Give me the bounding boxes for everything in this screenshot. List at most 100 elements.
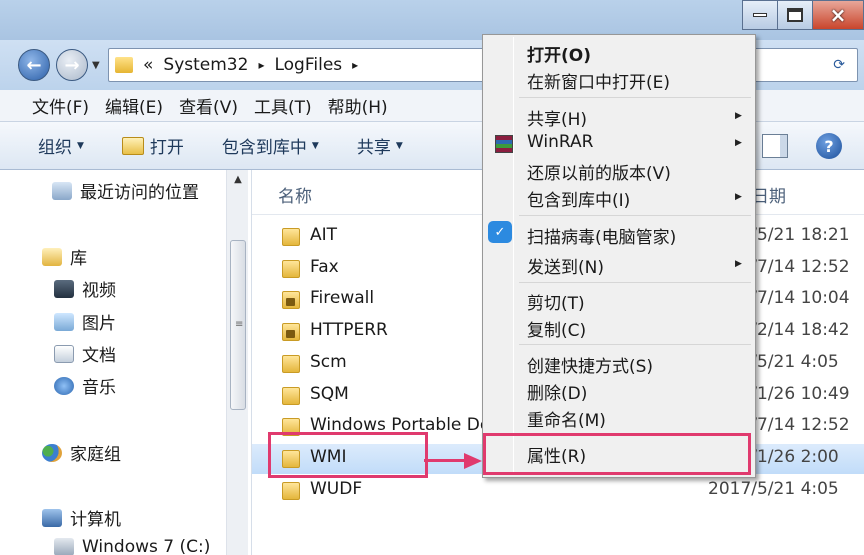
nav-item-label: 库 [70,249,87,269]
include-library-label: 包含到库中 [221,138,307,158]
menu-item-restore-previous[interactable]: 还原以前的版本(V) [527,159,671,184]
nav-item-label: 家庭组 [70,445,121,465]
breadcrumb-logfiles[interactable]: LogFiles [274,55,342,75]
file-name: WUDF [310,478,363,499]
folder-icon [282,481,300,500]
recent-pages-dropdown-icon[interactable]: ▼ [92,60,100,71]
maximize-icon [787,8,803,22]
scroll-up-icon[interactable]: ▲ [227,174,249,185]
menu-item-rename[interactable]: 重命名(M) [527,406,606,431]
include-in-library-button[interactable]: 包含到库中 ▼ [222,133,319,158]
locked-folder-icon [282,323,300,342]
menu-item-delete[interactable]: 删除(D) [527,379,587,404]
homegroup-icon [42,443,62,462]
menu-item-cut[interactable]: 剪切(T) [527,289,585,314]
navigation-scrollbar[interactable]: ▲ ≡ [226,170,248,555]
menu-view[interactable]: 查看(V) [179,93,238,118]
address-overflow[interactable]: « [143,55,153,75]
menu-item-create-shortcut[interactable]: 创建快捷方式(S) [527,352,653,377]
forward-arrow-icon: → [64,54,80,76]
library-icon [42,247,62,266]
nav-item-computer[interactable]: 计算机 [42,505,121,530]
file-name: HTTPERR [310,320,388,341]
menu-file[interactable]: 文件(F) [32,93,89,118]
maximize-button[interactable] [777,0,813,30]
computer-icon [42,508,62,527]
open-folder-icon [121,136,144,155]
menu-item-winrar[interactable]: WinRAR [527,132,594,152]
file-date: 2017/5/21 4:05 [708,478,839,499]
highlight-properties-box [483,433,751,475]
breadcrumb-separator-icon[interactable]: ▸ [258,58,264,72]
annotation-arrow [424,459,468,462]
nav-item-label: 视频 [82,281,116,301]
menu-item-send-to[interactable]: 发送到(N) [527,253,604,278]
arrow-right-icon [464,453,482,469]
watermark: ANYXUN.com [738,532,842,548]
refresh-icon[interactable]: ⟳ [833,57,845,73]
organize-label: 组织 [38,138,72,158]
menu-separator [519,344,751,345]
menu-item-include-library[interactable]: 包含到库中(I) [527,186,630,211]
back-button[interactable]: ← [18,49,50,81]
close-icon: × [829,3,847,27]
grip-icon: ≡ [235,319,244,330]
nav-item-drive-c[interactable]: Windows 7 (C:) [54,537,210,555]
submenu-arrow-icon: ▶ [735,138,742,148]
nav-item-label: 计算机 [70,510,121,530]
column-header-date[interactable]: 日期 [752,182,786,207]
nav-item-homegroup[interactable]: 家庭组 [42,440,121,465]
share-button[interactable]: 共享 ▼ [357,133,403,158]
menu-item-copy[interactable]: 复制(C) [527,316,586,341]
nav-item-label: 图片 [82,314,116,334]
open-button[interactable]: 打开 [121,133,184,158]
highlight-wmi-box [268,432,428,478]
back-arrow-icon: ← [26,54,42,76]
breadcrumb-system32[interactable]: System32 [163,55,248,75]
column-header-name[interactable]: 名称 [278,182,312,207]
nav-item-music[interactable]: 音乐 [54,373,116,398]
minimize-button[interactable] [742,0,778,30]
navigation-pane: 最近访问的位置 库 视频 图片 文档 音乐 家庭组 计算机 Windows 7 … [0,170,252,555]
preview-pane-icon[interactable] [762,134,788,158]
recent-places-icon [52,181,72,200]
organize-button[interactable]: 组织 ▼ [38,133,84,158]
menu-separator [519,215,751,216]
window-controls: × [742,0,864,30]
scroll-thumb[interactable]: ≡ [230,240,246,410]
menu-tools[interactable]: 工具(T) [254,93,312,118]
menu-separator [519,97,751,98]
shield-icon: ✓ [488,221,512,243]
nav-item-recent[interactable]: 最近访问的位置 [52,178,199,203]
menu-item-scan-virus[interactable]: 扫描病毒(电脑管家) [527,223,676,248]
submenu-arrow-icon: ▶ [735,259,742,269]
nav-item-pictures[interactable]: 图片 [54,309,116,334]
nav-item-documents[interactable]: 文档 [54,341,116,366]
menu-gutter [513,37,514,475]
file-name: SQM [310,383,349,404]
file-name: Firewall [310,288,375,309]
nav-item-label: 文档 [82,346,116,366]
menu-edit[interactable]: 编辑(E) [105,93,163,118]
help-icon[interactable]: ? [816,133,842,159]
nav-item-libraries[interactable]: 库 [42,244,87,269]
folder-icon [282,228,300,246]
nav-item-video[interactable]: 视频 [54,276,116,301]
share-label: 共享 [356,138,391,158]
chevron-down-icon: ▼ [77,140,84,151]
close-button[interactable]: × [812,0,864,30]
music-icon [54,376,74,395]
menu-item-share[interactable]: 共享(H) [527,105,587,130]
forward-button[interactable]: → [56,49,88,81]
nav-item-label: 音乐 [82,378,116,398]
pictures-icon [54,312,74,331]
breadcrumb-separator-icon[interactable]: ▸ [352,58,358,72]
folder-icon [282,259,300,278]
menu-item-open[interactable]: 打开(O) [527,41,591,66]
locked-folder-icon [282,291,300,310]
nav-item-label: 最近访问的位置 [80,183,199,203]
menu-help[interactable]: 帮助(H) [328,93,388,118]
menu-item-open-new-window[interactable]: 在新窗口中打开(E) [527,68,670,93]
file-row[interactable]: WUDF 2017/5/21 4:05 [252,476,864,506]
documents-icon [54,344,74,363]
